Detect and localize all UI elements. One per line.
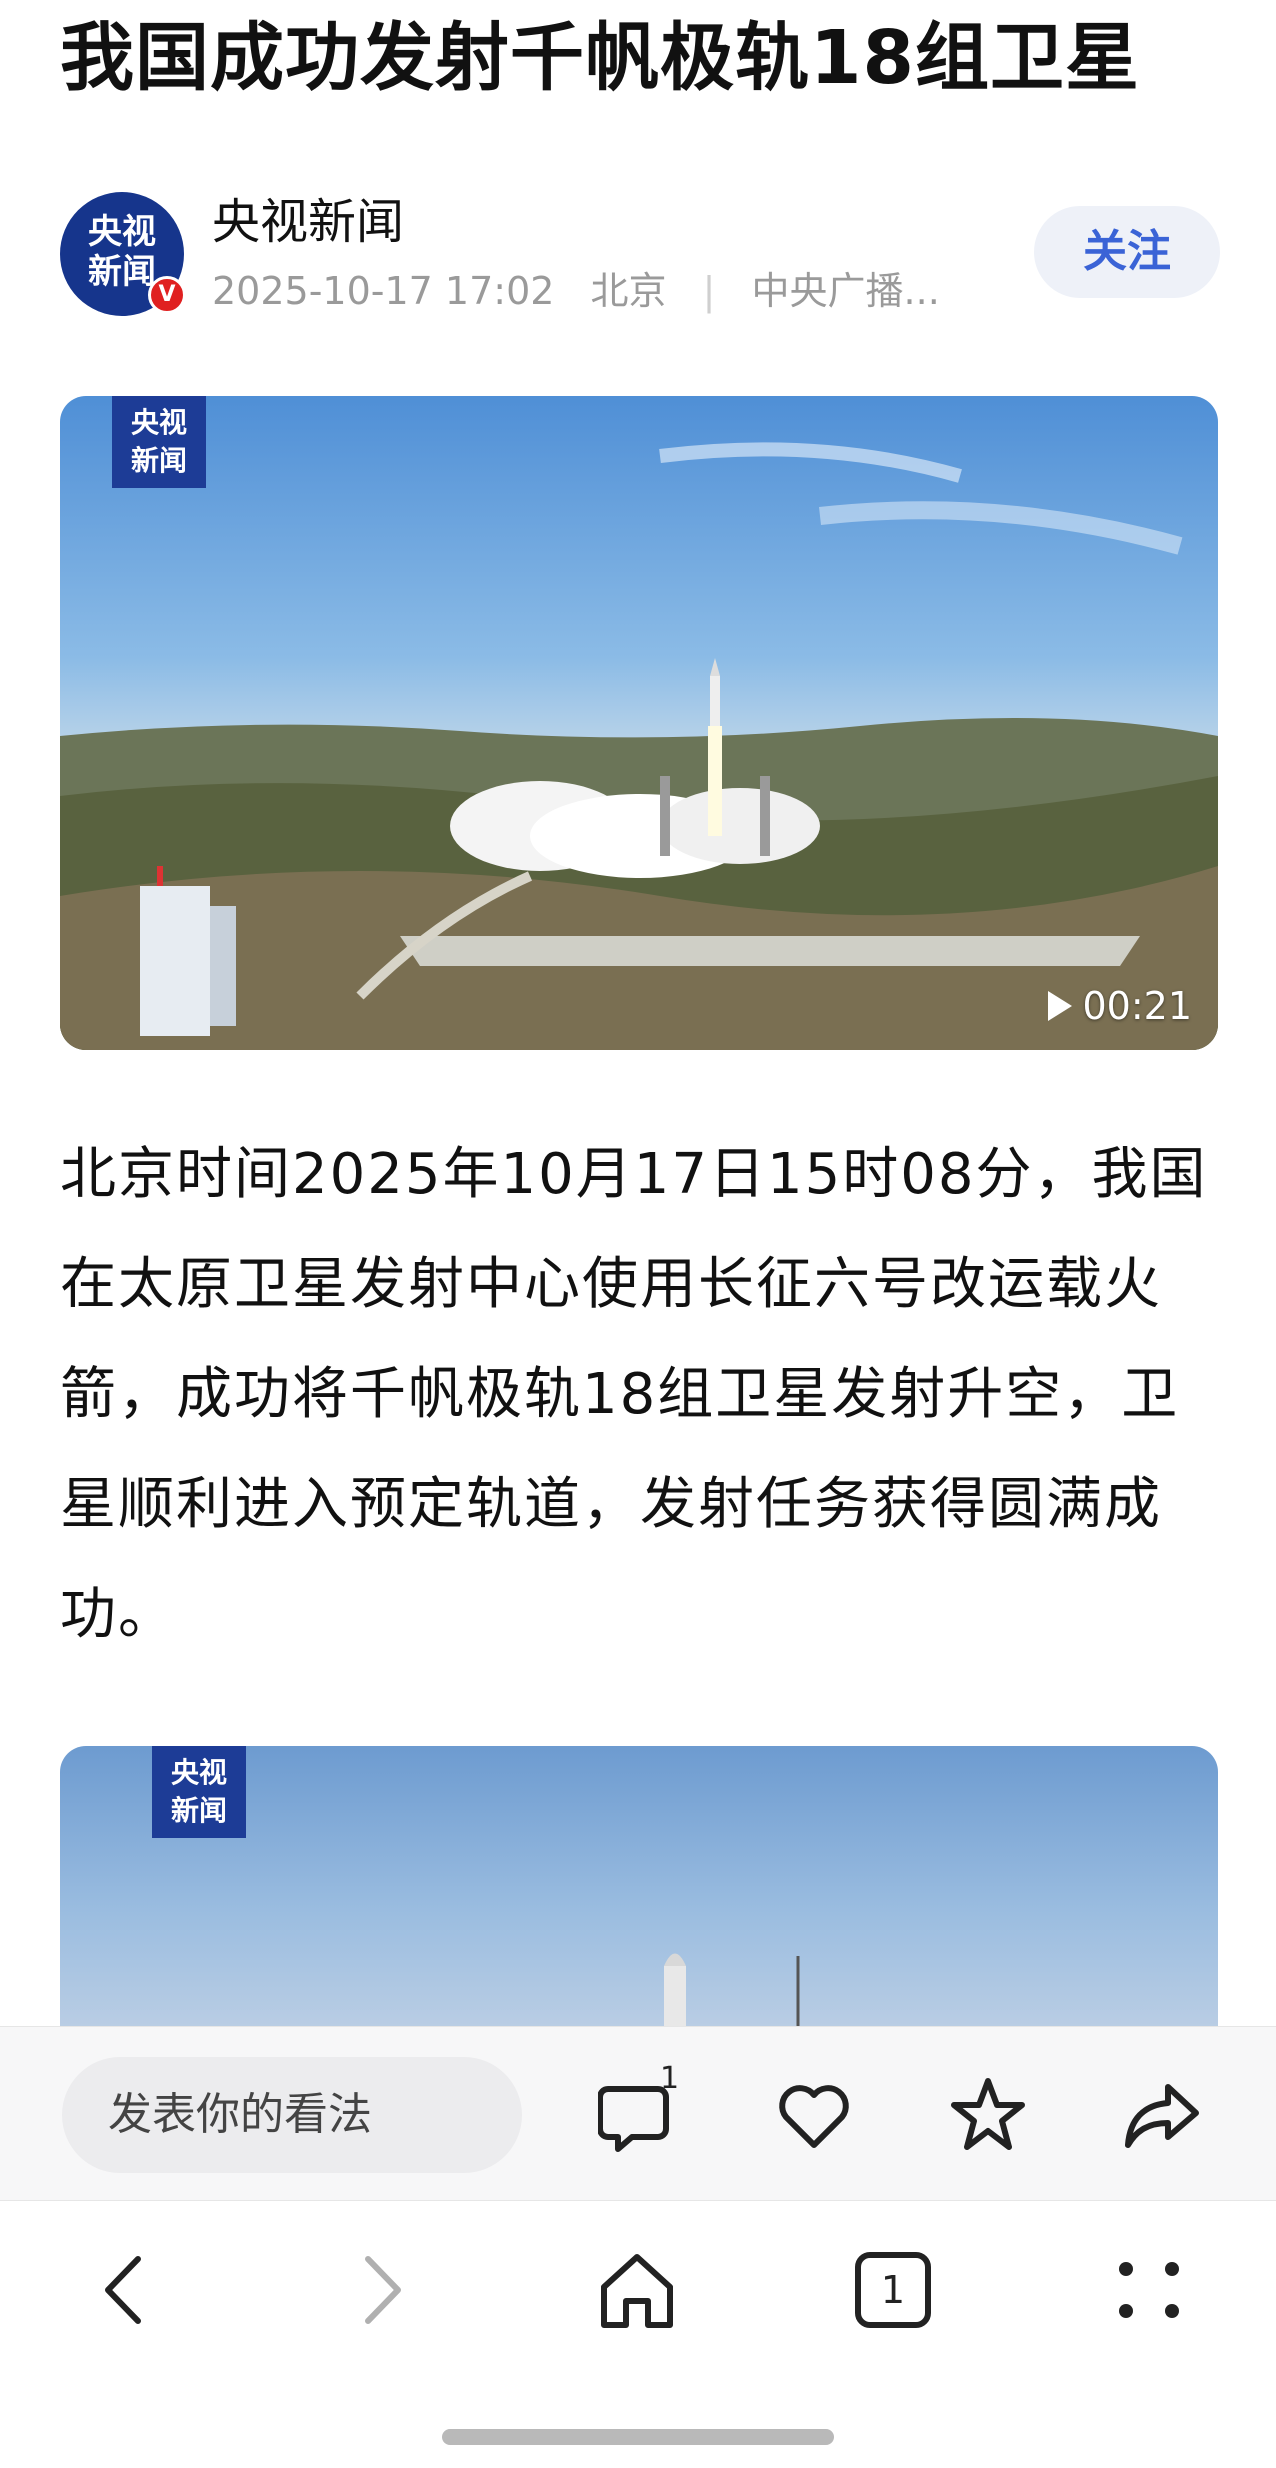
tab-count: 1	[880, 2268, 906, 2312]
article-image-2[interactable]: 央视 新闻	[60, 1746, 1218, 2026]
video-duration: 00:21	[1044, 984, 1192, 1028]
meta-divider: |	[702, 269, 716, 313]
play-icon	[1048, 991, 1073, 1021]
favorite-icon[interactable]	[946, 2073, 1030, 2157]
comment-count-badge: 1	[660, 2061, 680, 2096]
comment-input[interactable]: 发表你的看法	[62, 2057, 522, 2173]
forward-icon[interactable]	[336, 2245, 426, 2335]
article-action-bar: 发表你的看法 1	[0, 2026, 1276, 2200]
like-icon[interactable]	[772, 2073, 856, 2157]
cctv-watermark: 央视 新闻	[152, 1746, 246, 1838]
watermark-line1: 央视	[130, 406, 187, 439]
watermark-line2: 新闻	[130, 444, 187, 477]
author-name[interactable]: 央视新闻	[212, 192, 404, 252]
share-icon[interactable]	[1120, 2073, 1204, 2157]
tabs-button[interactable]: 1	[848, 2245, 938, 2335]
avatar-text-line1: 央视	[88, 212, 156, 252]
watermark-line1: 央视	[170, 1756, 227, 1789]
publish-datetime: 2025-10-17 17:02	[212, 269, 555, 313]
video-player[interactable]: 央视 新闻 00:21	[60, 396, 1218, 1050]
cctv-watermark: 央视 新闻	[112, 396, 206, 488]
launch-scene-image	[60, 442, 1218, 1050]
menu-icon[interactable]	[1104, 2245, 1194, 2335]
author-row: 央视 新闻 V 央视新闻 2025-10-17 17:02 北京 | 中央广播.…	[60, 192, 1220, 322]
article-paragraph: 北京时间2025年10月17日15时08分，我国在太原卫星发射中心使用长征六号改…	[60, 1142, 1208, 1647]
publish-location: 北京	[590, 269, 667, 313]
author-meta: 2025-10-17 17:02 北京 | 中央广播...	[212, 266, 940, 316]
verified-badge-icon: V	[148, 276, 186, 314]
home-indicator[interactable]	[442, 2429, 834, 2445]
browser-nav-bar: 1	[0, 2200, 1276, 2468]
watermark-line2: 新闻	[170, 1794, 227, 1827]
home-icon[interactable]	[592, 2245, 682, 2335]
publish-source: 中央广播...	[751, 269, 940, 313]
video-duration-text: 00:21	[1082, 984, 1192, 1028]
article-title: 我国成功发射千帆极轨18组卫星	[60, 15, 1140, 101]
back-icon[interactable]	[80, 2245, 170, 2335]
follow-button[interactable]: 关注	[1034, 206, 1220, 298]
